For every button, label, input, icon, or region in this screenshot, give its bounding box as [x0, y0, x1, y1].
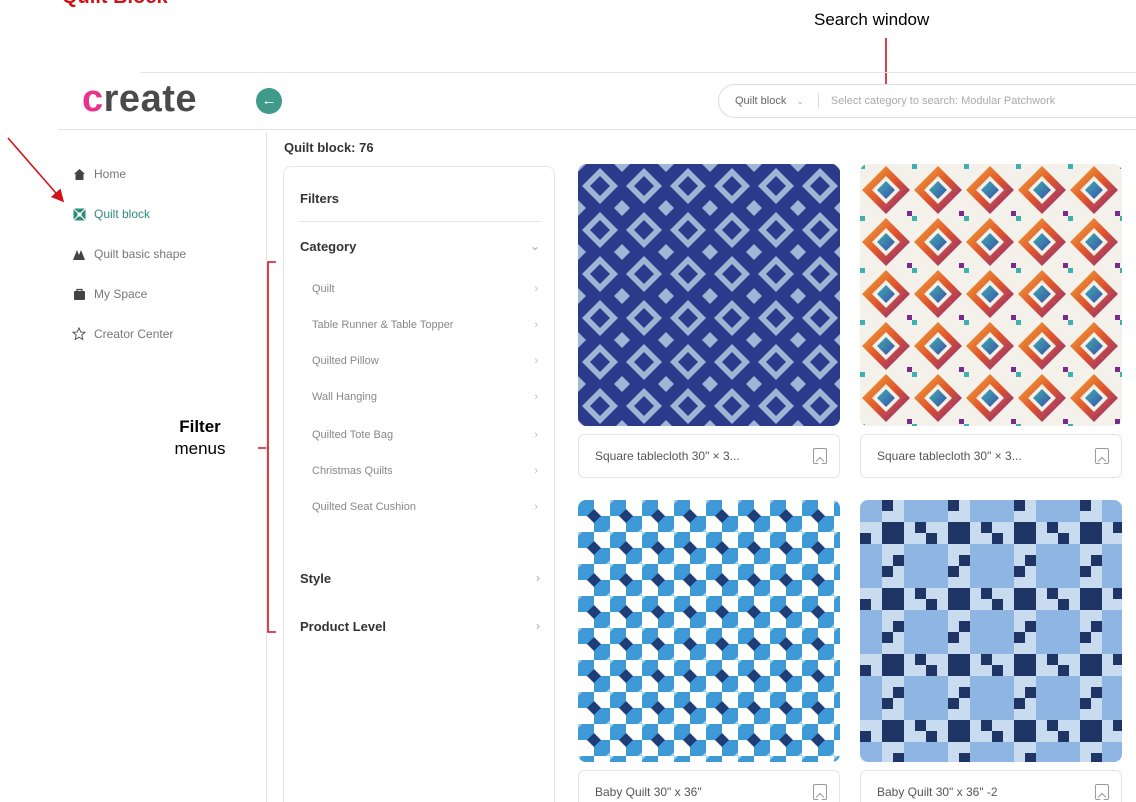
quilt-thumbnail[interactable] [860, 500, 1122, 762]
category-item-label: Table Runner & Table Topper [312, 319, 454, 331]
filters-heading: Filters [300, 191, 340, 206]
filters-divider [298, 221, 542, 222]
page: Quilt Block Search window Filter menus c… [0, 0, 1136, 802]
sidebar-item-quilt-block[interactable]: Quilt block [72, 204, 186, 224]
chevron-right-icon: › [536, 571, 540, 585]
filter-section-style[interactable]: Style › [300, 571, 540, 586]
my-space-icon [72, 287, 86, 301]
top-divider [140, 72, 1136, 73]
product-card[interactable]: Square tablecloth 30" × 3... [860, 164, 1122, 478]
chevron-right-icon: › [534, 501, 538, 513]
annotation-filter-bold: Filter [179, 417, 221, 436]
category-item-label: Quilt [312, 283, 335, 295]
back-arrow-icon[interactable]: ← [256, 88, 282, 114]
sidebar-item-creator-center[interactable]: Creator Center [72, 324, 186, 344]
card-title[interactable]: Square tablecloth 30" × 3... [877, 449, 1022, 463]
filter-bracket [258, 261, 276, 633]
bookmark-icon[interactable] [813, 784, 827, 800]
card-caption: Baby Quilt 30" x 36" [578, 770, 840, 802]
search-input[interactable] [830, 95, 1131, 107]
filter-panel: Filters Category ⌄ Quilt › Table Runner … [283, 166, 555, 802]
category-item-christmas-quilts[interactable]: Christmas Quilts › [312, 465, 538, 477]
logo-rest: reate [103, 78, 197, 120]
chevron-down-icon: ⌄ [796, 95, 804, 106]
sidebar-item-my-space[interactable]: My Space [72, 284, 186, 304]
bookmark-icon[interactable] [1095, 448, 1109, 464]
quilt-thumbnail[interactable] [578, 500, 840, 762]
arrow-to-quilt-block [7, 137, 65, 203]
bookmark-icon[interactable] [1095, 784, 1109, 800]
annotation-filter-menus: Filter menus [150, 416, 250, 460]
sidebar-item-label: Quilt basic shape [94, 247, 187, 261]
category-item-label: Christmas Quilts [312, 465, 393, 477]
search-separator [817, 93, 819, 109]
sidebar-item-label: Quilt block [94, 207, 151, 221]
card-title[interactable]: Baby Quilt 30" x 36" [595, 785, 702, 799]
filter-section-label: Category [300, 239, 357, 254]
card-caption: Square tablecloth 30" × 3... [860, 434, 1122, 478]
sidebar-item-home[interactable]: Home [72, 164, 186, 184]
quilt-thumbnail[interactable] [578, 164, 840, 426]
category-item-label: Wall Hanging [312, 391, 378, 403]
basic-shape-icon [72, 247, 86, 261]
category-item-quilted-tote-bag[interactable]: Quilted Tote Bag › [312, 429, 538, 441]
bookmark-icon[interactable] [813, 448, 827, 464]
product-card[interactable]: Square tablecloth 30" × 3... [578, 164, 840, 478]
card-title[interactable]: Baby Quilt 30" x 36" -2 [877, 785, 998, 799]
filter-section-category[interactable]: Category ⌄ [300, 239, 540, 254]
filter-section-label: Product Level [300, 619, 386, 634]
quilt-block-icon [72, 207, 86, 221]
annotation-search-window: Search window [814, 10, 930, 29]
category-item-quilted-pillow[interactable]: Quilted Pillow › [312, 355, 538, 367]
page-title: Quilt block: 76 [284, 140, 374, 155]
sidebar-item-label: My Space [94, 287, 148, 301]
category-item-label: Quilted Seat Cushion [312, 501, 416, 513]
search-category-label: Quilt block [735, 95, 787, 107]
category-item-label: Quilted Tote Bag [312, 429, 394, 441]
category-item-quilt[interactable]: Quilt › [312, 283, 538, 295]
chevron-down-icon: ⌄ [529, 239, 540, 253]
card-caption: Square tablecloth 30" × 3... [578, 434, 840, 478]
chevron-right-icon: › [534, 465, 538, 477]
header-divider [58, 129, 1136, 130]
sidebar-item-label: Home [94, 167, 127, 181]
chevron-right-icon: › [534, 429, 538, 441]
category-item-label: Quilted Pillow [312, 355, 379, 367]
filter-section-product-level[interactable]: Product Level › [300, 619, 540, 634]
home-icon [72, 167, 86, 181]
card-caption: Baby Quilt 30" x 36" -2 [860, 770, 1122, 802]
logo-c: c [82, 78, 104, 120]
product-card[interactable]: Baby Quilt 30" x 36" [578, 500, 840, 802]
annotation-filter-rest: menus [174, 439, 226, 458]
search-bar: Quilt block ⌄ [718, 84, 1136, 118]
product-card[interactable]: Baby Quilt 30" x 36" -2 [860, 500, 1122, 802]
sidebar-item-quilt-basic-shape[interactable]: Quilt basic shape [72, 244, 186, 264]
sidebar: Home Quilt block Quilt basic shape My Sp… [72, 164, 186, 364]
quilt-thumbnail[interactable] [860, 164, 1122, 426]
chevron-right-icon: › [534, 283, 538, 295]
search-category-select[interactable]: Quilt block ⌄ [719, 95, 804, 107]
sidebar-divider [266, 132, 267, 802]
category-item-table-runner[interactable]: Table Runner & Table Topper › [312, 319, 538, 331]
category-item-wall-hanging[interactable]: Wall Hanging › [312, 391, 538, 403]
chevron-right-icon: › [534, 319, 538, 331]
chevron-right-icon: › [536, 619, 540, 633]
chevron-right-icon: › [534, 391, 538, 403]
filter-section-label: Style [300, 571, 332, 586]
sidebar-item-label: Creator Center [94, 327, 174, 341]
create-logo[interactable]: create [82, 78, 197, 121]
category-item-quilted-seat-cushion[interactable]: Quilted Seat Cushion › [312, 501, 538, 513]
annotation-title: Quilt Block [62, 0, 168, 9]
card-title[interactable]: Square tablecloth 30" × 3... [595, 449, 740, 463]
chevron-right-icon: › [534, 355, 538, 367]
creator-center-icon [72, 327, 86, 341]
